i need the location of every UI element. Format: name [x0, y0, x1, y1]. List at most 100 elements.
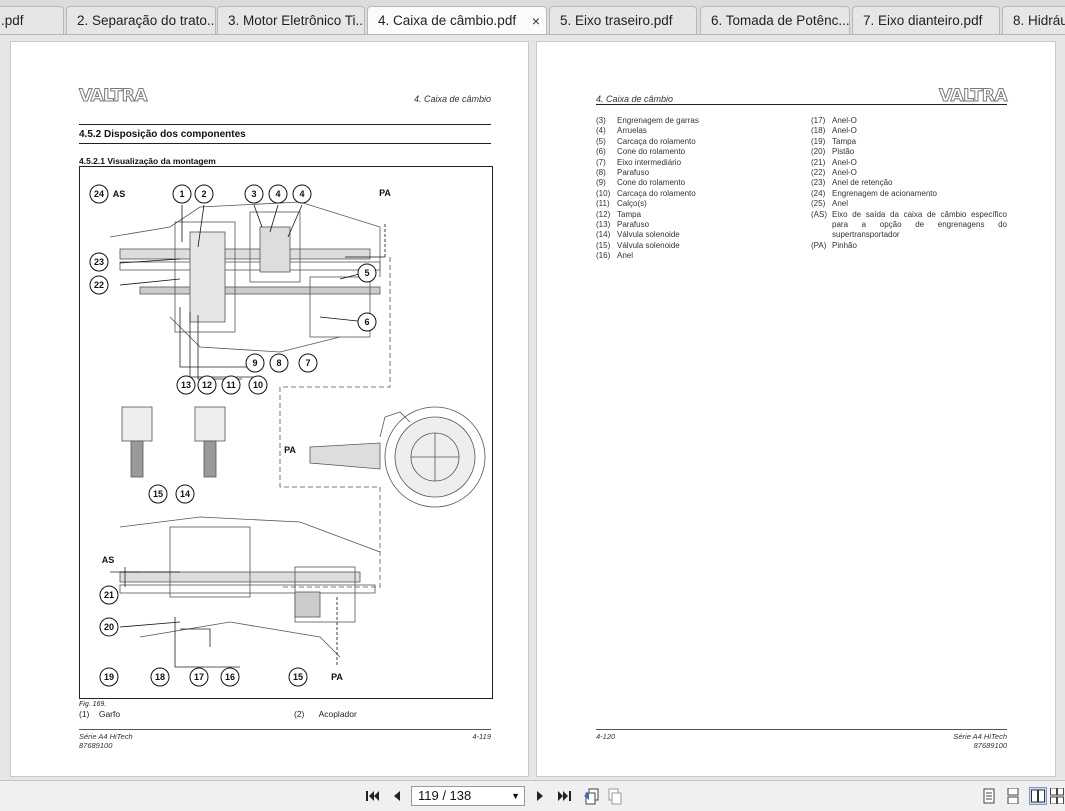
- callout-3: 3: [251, 189, 256, 199]
- callout-13: 13: [181, 380, 191, 390]
- single-page-icon[interactable]: [980, 787, 998, 805]
- legend-row: (9) Cone do rolamento: [596, 178, 796, 188]
- legend-key: (16): [596, 251, 611, 261]
- legend-key: (23): [811, 178, 826, 188]
- forward-icon[interactable]: [606, 787, 624, 805]
- callout-1: 1: [179, 189, 184, 199]
- legend-key: (24): [811, 188, 826, 198]
- callout-19: 18: [155, 672, 165, 682]
- pdf-page-right: 4. Caixa de câmbio VALTRA (3) Engrenagem …: [536, 41, 1056, 777]
- pdf-page-left: VALTRA 4. Caixa de câmbio 4.5.2 Disposiç…: [10, 41, 529, 777]
- legend-text: Carcaça do rolamento: [617, 188, 696, 198]
- legend-key: (20): [811, 147, 826, 157]
- page-header: 4. Caixa de câmbio: [596, 94, 674, 104]
- callout-7: 7: [305, 358, 310, 368]
- legend-text: Válvula solenoide: [617, 230, 680, 240]
- callout-11: 11: [226, 380, 236, 390]
- legend-text: Anel-O: [832, 126, 857, 136]
- legend-row: (18) Anel-O: [811, 126, 1007, 136]
- chevron-down-icon[interactable]: ▼: [511, 787, 520, 805]
- legend-key: (3): [596, 116, 606, 125]
- assembly-figure: 24 1 2 3 4 4 5 6 7 8 9 10 11 12 13 23 22…: [79, 166, 493, 699]
- legend-row: (AS) Eixo de saída da caixa de câmbio esp…: [811, 210, 1007, 241]
- back-icon[interactable]: [583, 787, 601, 805]
- next-page-icon[interactable]: [531, 787, 549, 805]
- tab-2[interactable]: 3. Motor Eletrônico Ti...: [217, 6, 365, 34]
- callout-15: 15: [153, 489, 163, 499]
- callout-16: 15: [293, 672, 303, 682]
- tab-label: 2. Separação do trato...: [77, 13, 216, 28]
- legend-key: (4): [596, 126, 606, 136]
- callout-4b: 4: [299, 189, 304, 199]
- tab-1[interactable]: 2. Separação do trato...: [66, 6, 216, 34]
- page-header: 4. Caixa de câmbio: [413, 94, 491, 104]
- callout-5: 5: [364, 268, 369, 278]
- tab-label: 7. Eixo dianteiro.pdf: [863, 13, 983, 28]
- section-rule: [79, 143, 491, 144]
- callout-21: 20: [104, 622, 114, 632]
- legend-row: (20) Pistão: [811, 147, 1007, 157]
- legend-text: Anel-O: [832, 157, 857, 167]
- legend-key: (11): [596, 199, 610, 209]
- first-page-icon[interactable]: [364, 787, 382, 805]
- two-page-icon[interactable]: [1029, 787, 1047, 805]
- tab-5[interactable]: 6. Tomada de Potênc...: [700, 6, 850, 34]
- legend-text: Eixo de saída da caixa de câmbio específ…: [832, 209, 1007, 240]
- legend-key: (PA): [811, 240, 827, 250]
- tab-label: 5. Eixo traseiro.pdf: [560, 13, 673, 28]
- valtra-logo: VALTRA: [938, 86, 1008, 107]
- tab-label: 4. Caixa de câmbio.pdf: [378, 13, 517, 28]
- tab-3-active[interactable]: 4. Caixa de câmbio.pdf ×: [367, 6, 547, 34]
- legend-text: Acoplador: [318, 709, 357, 719]
- tab-7[interactable]: 8. Hidrául: [1002, 6, 1065, 34]
- tab-4[interactable]: 5. Eixo traseiro.pdf: [549, 6, 697, 34]
- prev-page-icon[interactable]: [388, 787, 406, 805]
- tab-6[interactable]: 7. Eixo dianteiro.pdf: [852, 6, 1000, 34]
- legend-item: (2) Acoplador: [294, 709, 357, 719]
- legend-row: (23) Anel de retenção: [811, 178, 1007, 188]
- navigation-toolbar: 119 / 138 ▼: [0, 780, 1065, 811]
- legend-row: (19) Tampa: [811, 137, 1007, 147]
- callout-9: 9: [252, 358, 257, 368]
- label-pa-bottom: PA: [331, 672, 343, 682]
- legend-text: Anel de retenção: [832, 178, 893, 188]
- legend-row: (22) Anel-O: [811, 168, 1007, 178]
- legend-row: (7) Eixo intermediário: [596, 158, 796, 168]
- legend-key: (14): [596, 230, 611, 240]
- legend-text: Tampa: [617, 209, 642, 219]
- continuous-icon[interactable]: [1004, 787, 1022, 805]
- section-title: 4.5.2 Disposição dos componentes: [79, 129, 246, 140]
- page-number-field[interactable]: 119 / 138 ▼: [411, 786, 525, 806]
- legend-key: (12): [596, 209, 611, 219]
- legend-key: (15): [596, 240, 611, 250]
- legend-key: (8): [596, 168, 606, 178]
- tab-close-icon[interactable]: ×: [532, 7, 540, 34]
- footer-rule: [79, 729, 491, 730]
- label-pa-mid: PA: [284, 445, 296, 455]
- legend-text: Pinhão: [832, 240, 857, 250]
- legend-text: Tampa: [832, 136, 857, 146]
- page-indicator: 119 / 138: [418, 788, 472, 803]
- tab-0[interactable]: .pdf: [0, 6, 64, 34]
- legend-key: (13): [596, 220, 611, 230]
- legend-key: (9): [596, 178, 606, 188]
- legend-key: (6): [596, 147, 606, 157]
- legend-key: (25): [811, 199, 826, 209]
- document-viewer[interactable]: VALTRA 4. Caixa de câmbio 4.5.2 Disposiç…: [0, 35, 1065, 780]
- page-number: 4-119: [472, 732, 491, 741]
- legend-key: (19): [811, 136, 826, 146]
- legend-row: (24) Engrenagem de acionamento: [811, 189, 1007, 199]
- callout-4a: 4: [275, 189, 280, 199]
- legend-text: Eixo intermediário: [617, 157, 682, 167]
- legend-row: (6) Cone do rolamento: [596, 147, 796, 157]
- callout-17: 16: [225, 672, 235, 682]
- label-as-bottom: AS: [102, 555, 115, 565]
- legend-column-2: (17) Anel-O (18) Anel-O (19) Tampa (20) Pist…: [811, 116, 1007, 251]
- last-page-icon[interactable]: [555, 787, 573, 805]
- legend-text: Engrenagem de acionamento: [832, 188, 937, 198]
- two-page-continuous-icon[interactable]: [1048, 787, 1065, 805]
- callout-18: 17: [194, 672, 204, 682]
- legend-text: Anel-O: [832, 116, 857, 125]
- callout-2: 2: [201, 189, 206, 199]
- legend-key: (2): [294, 709, 305, 719]
